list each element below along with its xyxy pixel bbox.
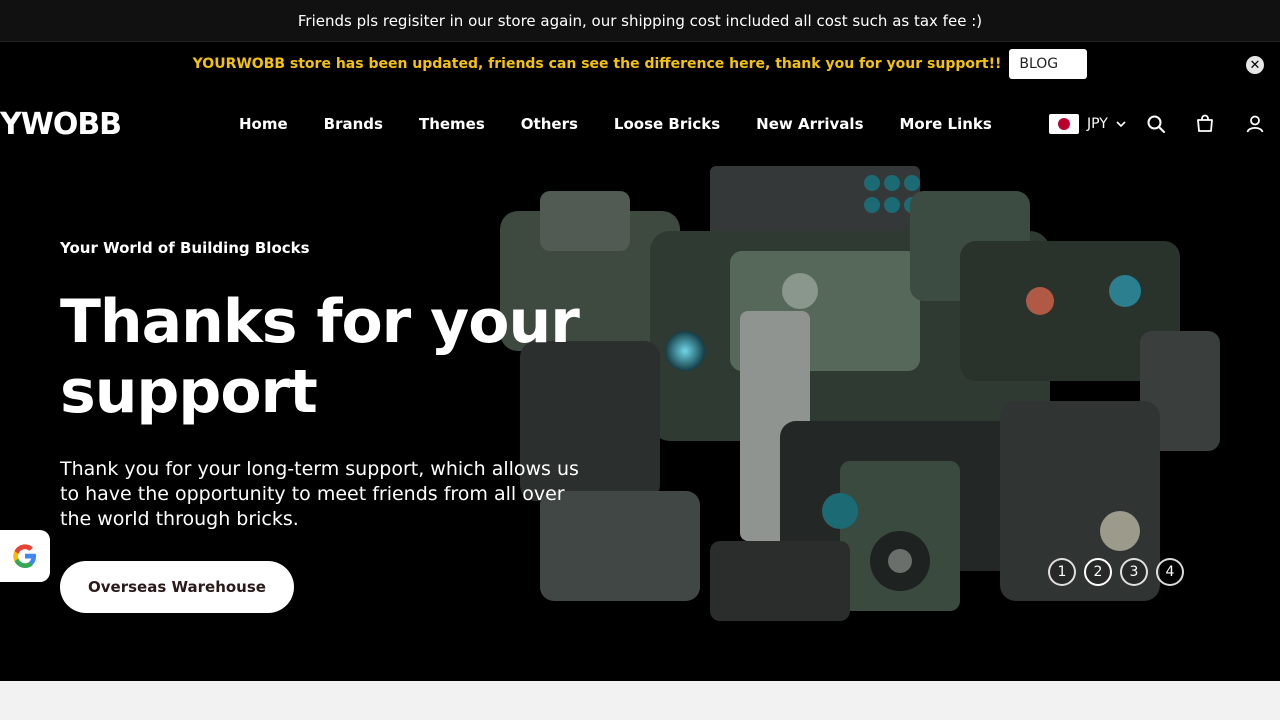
overseas-warehouse-button[interactable]: Overseas Warehouse: [60, 561, 294, 613]
nav-others[interactable]: Others: [521, 115, 578, 133]
slide-dot-2[interactable]: 2: [1084, 558, 1112, 586]
chevron-down-icon: [1116, 121, 1126, 128]
slide-dot-label: 1: [1057, 564, 1067, 580]
hero-slideshow: Your World of Building Blocks Thanks for…: [0, 161, 1280, 681]
nav-more-links[interactable]: More Links: [900, 115, 992, 133]
slide-pagination: 1 2 3 4: [1048, 558, 1184, 586]
google-icon: [13, 544, 36, 568]
close-icon: ✕: [1249, 57, 1261, 73]
nav-themes[interactable]: Themes: [419, 115, 485, 133]
site-logo[interactable]: YWOBB: [0, 107, 122, 142]
blog-button[interactable]: BLOG: [1009, 49, 1088, 79]
nav-new-arrivals[interactable]: New Arrivals: [756, 115, 863, 133]
account-icon[interactable]: [1245, 114, 1265, 134]
site-header: YWOBB Home Brands Themes Others Loose Br…: [0, 87, 1280, 161]
main-navigation: Home Brands Themes Others Loose Bricks N…: [239, 115, 992, 133]
close-banner-button[interactable]: ✕: [1246, 56, 1264, 74]
google-reviews-badge[interactable]: [0, 530, 50, 582]
currency-code: JPY: [1087, 116, 1108, 132]
top-announcement-bar: Friends pls regisiter in our store again…: [0, 0, 1280, 42]
slide-dot-label: 3: [1129, 564, 1139, 580]
store-update-text: YOURWOBB store has been updated, friends…: [192, 56, 1002, 72]
nav-loose-bricks[interactable]: Loose Bricks: [614, 115, 720, 133]
hero-eyebrow: Your World of Building Blocks: [60, 239, 310, 257]
top-announcement-text: Friends pls regisiter in our store again…: [297, 11, 983, 30]
slide-dot-label: 2: [1093, 564, 1103, 580]
nav-home[interactable]: Home: [239, 115, 288, 133]
hero-description: Thank you for your long-term support, wh…: [60, 458, 579, 530]
next-section-strip: [0, 681, 1280, 720]
japan-flag-icon: [1049, 114, 1079, 134]
hero-headline: Thanks for your support: [60, 287, 580, 427]
cart-icon[interactable]: [1195, 114, 1215, 134]
overseas-warehouse-label: Overseas Warehouse: [88, 578, 266, 596]
nav-brands[interactable]: Brands: [324, 115, 383, 133]
search-icon[interactable]: [1146, 114, 1166, 134]
currency-selector[interactable]: JPY: [1049, 114, 1126, 134]
store-update-banner: YOURWOBB store has been updated, friends…: [0, 41, 1280, 87]
slide-dot-4[interactable]: 4: [1156, 558, 1184, 586]
slide-dot-3[interactable]: 3: [1120, 558, 1148, 586]
slide-dot-label: 4: [1165, 564, 1175, 580]
blog-button-label: BLOG: [1019, 56, 1059, 72]
slide-dot-1[interactable]: 1: [1048, 558, 1076, 586]
